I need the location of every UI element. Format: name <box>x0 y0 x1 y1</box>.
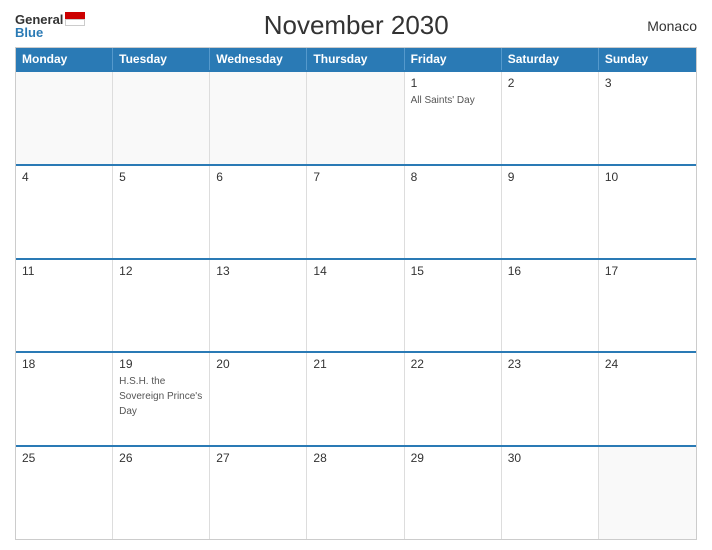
logo-flag <box>65 12 85 26</box>
cal-cell: 17 <box>599 260 696 352</box>
cal-cell: 22 <box>405 353 502 445</box>
header-friday: Friday <box>405 48 502 70</box>
cal-cell: 24 <box>599 353 696 445</box>
header-wednesday: Wednesday <box>210 48 307 70</box>
logo: General Blue <box>15 12 85 39</box>
day-number: 27 <box>216 451 300 465</box>
cal-cell: 30 <box>502 447 599 539</box>
cal-cell: 27 <box>210 447 307 539</box>
day-number: 5 <box>119 170 203 184</box>
day-number: 16 <box>508 264 592 278</box>
day-number: 21 <box>313 357 397 371</box>
cal-cell: 25 <box>16 447 113 539</box>
day-number: 11 <box>22 264 106 278</box>
calendar-week-5: 25 26 27 28 29 30 <box>16 445 696 539</box>
day-number: 12 <box>119 264 203 278</box>
logo-text-blue: Blue <box>15 26 43 39</box>
day-number: 6 <box>216 170 300 184</box>
day-number: 24 <box>605 357 690 371</box>
day-number: 10 <box>605 170 690 184</box>
cal-cell: 19 H.S.H. the Sovereign Prince's Day <box>113 353 210 445</box>
cal-cell <box>599 447 696 539</box>
day-number: 4 <box>22 170 106 184</box>
header-tuesday: Tuesday <box>113 48 210 70</box>
day-number: 7 <box>313 170 397 184</box>
day-number: 3 <box>605 76 690 90</box>
logo-image: General Blue <box>15 12 85 39</box>
day-number: 13 <box>216 264 300 278</box>
calendar-week-4: 18 19 H.S.H. the Sovereign Prince's Day 20 2… <box>16 351 696 445</box>
cal-cell: 7 <box>307 166 404 258</box>
cal-cell: 3 <box>599 72 696 164</box>
day-number: 23 <box>508 357 592 371</box>
day-number: 29 <box>411 451 495 465</box>
day-number: 9 <box>508 170 592 184</box>
day-number: 15 <box>411 264 495 278</box>
cal-cell: 26 <box>113 447 210 539</box>
cal-cell <box>113 72 210 164</box>
cal-cell: 16 <box>502 260 599 352</box>
cal-cell: 2 <box>502 72 599 164</box>
calendar-body: 1 All Saints' Day 23 456789 10 11 12 13 14 15 16 17… <box>16 70 696 539</box>
calendar-page: General Blue November 2030 Monaco Monday… <box>0 0 712 550</box>
day-number: 22 <box>411 357 495 371</box>
cal-cell: 1 All Saints' Day <box>405 72 502 164</box>
cal-cell: 20 <box>210 353 307 445</box>
cal-cell: 4 <box>16 166 113 258</box>
cal-cell: 13 <box>210 260 307 352</box>
header-monday: Monday <box>16 48 113 70</box>
day-number: 1 <box>411 76 495 90</box>
header-saturday: Saturday <box>502 48 599 70</box>
day-number: 18 <box>22 357 106 371</box>
cal-cell: 29 <box>405 447 502 539</box>
header-thursday: Thursday <box>307 48 404 70</box>
cal-cell: 21 <box>307 353 404 445</box>
holiday-text: All Saints' Day <box>411 95 475 106</box>
day-number: 20 <box>216 357 300 371</box>
day-number: 19 <box>119 357 203 371</box>
calendar-week-2: 456789 10 <box>16 164 696 258</box>
day-number: 25 <box>22 451 106 465</box>
day-number: 17 <box>605 264 690 278</box>
calendar-week-3: 11 12 13 14 15 16 17 <box>16 258 696 352</box>
cal-cell: 28 <box>307 447 404 539</box>
holiday-text: H.S.H. the Sovereign Prince's Day <box>119 376 202 417</box>
cal-cell: 8 <box>405 166 502 258</box>
page-header: General Blue November 2030 Monaco <box>15 10 697 41</box>
calendar-week-1: 1 All Saints' Day 23 <box>16 70 696 164</box>
cal-cell: 5 <box>113 166 210 258</box>
cal-cell: 15 <box>405 260 502 352</box>
page-title: November 2030 <box>85 10 627 41</box>
header-sunday: Sunday <box>599 48 696 70</box>
cal-cell <box>307 72 404 164</box>
day-number: 26 <box>119 451 203 465</box>
cal-cell: 23 <box>502 353 599 445</box>
cal-cell: 11 <box>16 260 113 352</box>
cal-cell: 18 <box>16 353 113 445</box>
cal-cell: 10 <box>599 166 696 258</box>
calendar: Monday Tuesday Wednesday Thursday Friday… <box>15 47 697 540</box>
day-number: 8 <box>411 170 495 184</box>
cal-cell <box>210 72 307 164</box>
day-number: 2 <box>508 76 592 90</box>
cal-cell: 14 <box>307 260 404 352</box>
calendar-header: Monday Tuesday Wednesday Thursday Friday… <box>16 48 696 70</box>
day-number: 30 <box>508 451 592 465</box>
cal-cell: 9 <box>502 166 599 258</box>
day-number: 14 <box>313 264 397 278</box>
cal-cell: 12 <box>113 260 210 352</box>
cal-cell <box>16 72 113 164</box>
country-label: Monaco <box>627 18 697 34</box>
cal-cell: 6 <box>210 166 307 258</box>
day-number: 28 <box>313 451 397 465</box>
